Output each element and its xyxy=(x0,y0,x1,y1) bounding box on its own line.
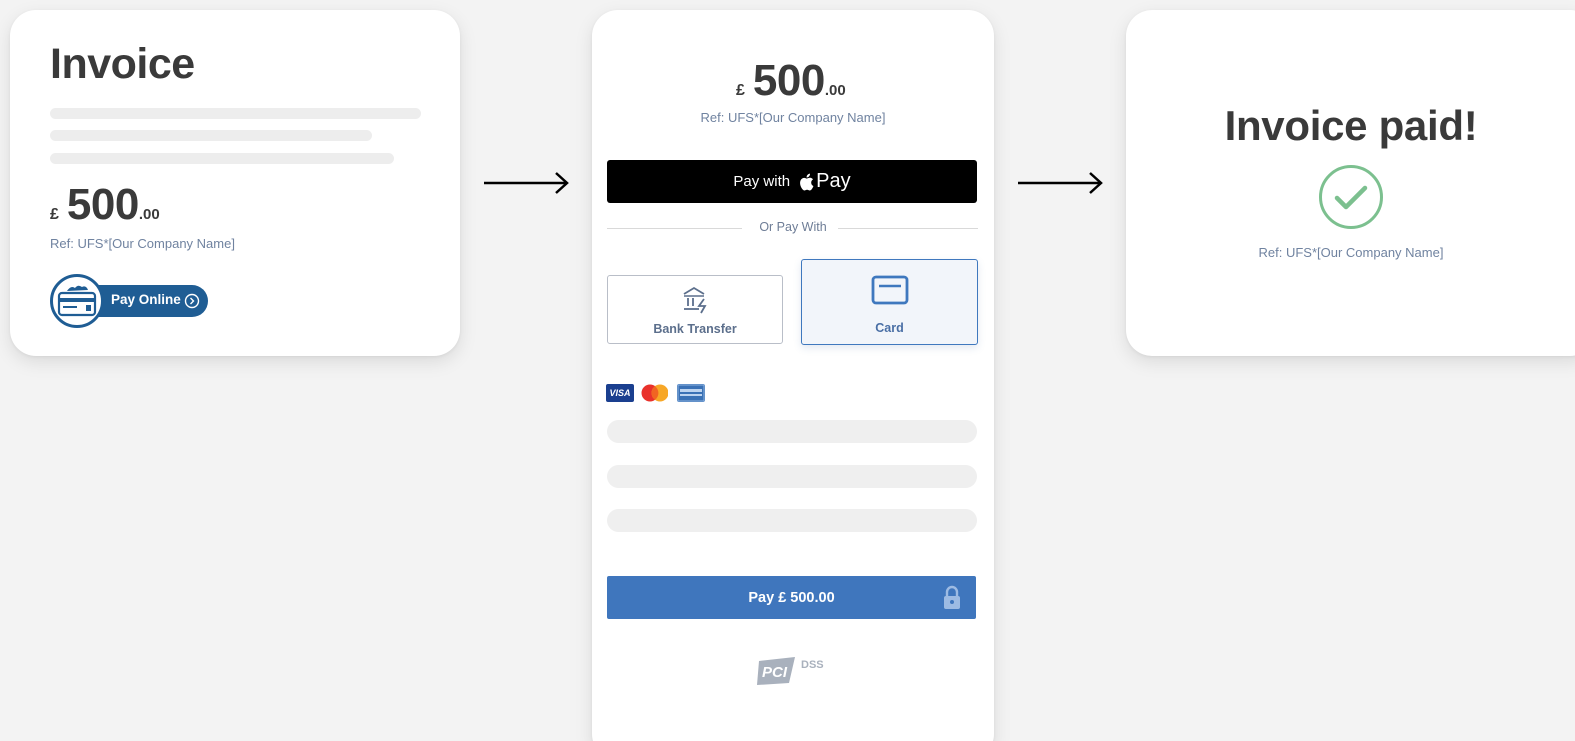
currency-symbol: £ xyxy=(736,82,745,99)
or-pay-with-label: Or Pay With xyxy=(759,220,827,234)
pay-online-button[interactable]: Pay Online xyxy=(50,274,210,328)
pci-dss-badge: PCI DSS xyxy=(757,655,829,692)
apple-pay-brand: Pay xyxy=(798,170,851,193)
bank-transfer-option[interactable]: Bank Transfer xyxy=(607,275,783,344)
visa-logo-text: VISA xyxy=(609,388,631,398)
mastercard-logo-icon xyxy=(640,384,668,402)
pci-mark-label: PCI xyxy=(762,664,788,681)
invoice-amount: £ 500 .00 xyxy=(50,180,160,230)
apple-logo-icon xyxy=(800,173,814,190)
amount-whole: 500 xyxy=(752,56,825,105)
currency-symbol: £ xyxy=(50,206,59,223)
payment-ref: Ref: UFS*[Our Company Name] xyxy=(700,110,886,125)
pay-button-label: Pay £ 500.00 xyxy=(748,590,835,606)
invoice-paid-title: Invoice paid! xyxy=(1224,102,1478,149)
card-option[interactable]: Card xyxy=(801,259,978,345)
arrow-right-icon xyxy=(484,172,569,194)
apple-pay-prefix: Pay with xyxy=(733,173,791,190)
apple-pay-brand-label: Pay xyxy=(816,170,851,192)
invoice-paid-card: Invoice paid! Ref: UFS*[Our Company Name… xyxy=(1126,10,1575,356)
amount-cents: .00 xyxy=(824,82,846,99)
lock-icon xyxy=(944,585,960,609)
invoice-card: Invoice £ 500 .00 Ref: UFS*[Our Company … xyxy=(10,10,460,356)
invoice-title: Invoice xyxy=(50,40,195,88)
card-label: Card xyxy=(875,321,904,335)
payment-card: £ 500 .00 Ref: UFS*[Our Company Name] Pa… xyxy=(592,10,994,741)
text-placeholder-line xyxy=(50,130,372,141)
apple-pay-button[interactable]: Pay with Pay xyxy=(607,160,977,203)
pci-dss-label: DSS xyxy=(801,659,824,671)
visa-logo-icon: VISA xyxy=(606,384,634,402)
pay-online-label: Pay Online xyxy=(111,292,181,307)
chevron-circle-right-icon xyxy=(184,293,200,309)
bank-transfer-label: Bank Transfer xyxy=(653,322,737,336)
payment-amount: £ 500 .00 xyxy=(736,56,846,106)
bank-transfer-icon xyxy=(683,286,707,314)
card-expiry-field[interactable] xyxy=(607,465,977,488)
arrow-right-icon xyxy=(1018,172,1103,194)
invoice-ref: Ref: UFS*[Our Company Name] xyxy=(50,236,235,251)
paid-ref: Ref: UFS*[Our Company Name] xyxy=(1258,245,1444,260)
amount-whole: 500 xyxy=(66,180,139,229)
amex-logo-icon xyxy=(677,384,705,402)
credit-card-icon xyxy=(871,275,909,305)
check-circle-icon xyxy=(1319,165,1383,229)
pay-button[interactable]: Pay £ 500.00 xyxy=(607,576,976,619)
payment-card-icon xyxy=(50,274,104,328)
card-number-field[interactable] xyxy=(607,420,977,443)
text-placeholder-line xyxy=(50,108,421,119)
card-cvc-field[interactable] xyxy=(607,509,977,532)
amount-cents: .00 xyxy=(138,206,160,223)
text-placeholder-line xyxy=(50,153,394,164)
